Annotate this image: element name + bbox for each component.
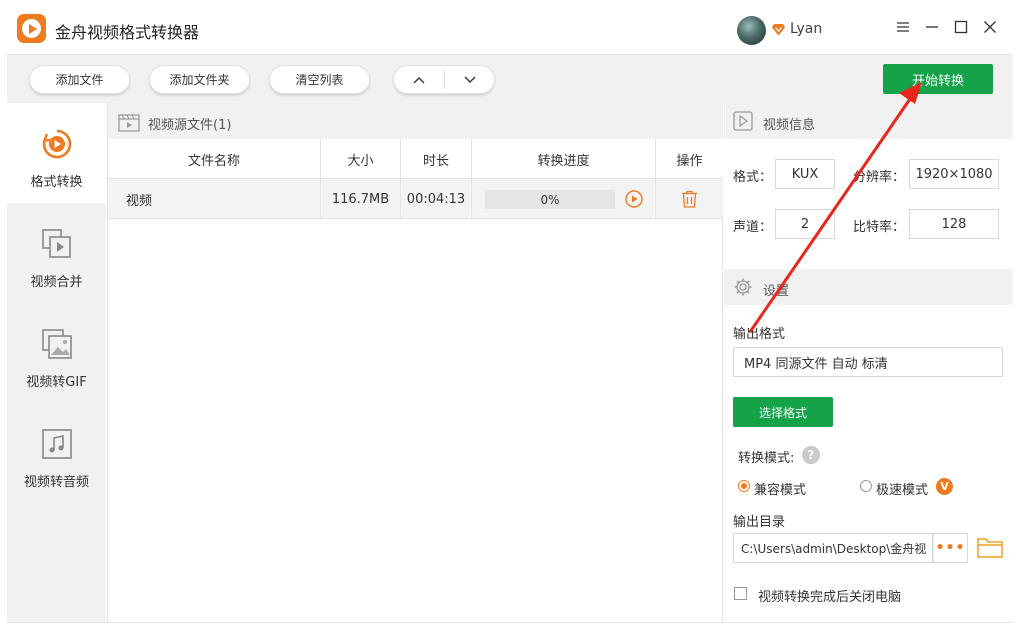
- video-merge-icon: [41, 228, 73, 260]
- move-buttons-group: [393, 65, 495, 94]
- nav-item-video-to-audio[interactable]: 视频转音频: [7, 403, 106, 503]
- folder-icon[interactable]: [977, 536, 1003, 558]
- settings-title: 设置: [763, 284, 790, 299]
- progress-text: 0%: [540, 192, 560, 207]
- left-nav: 格式转换 视频合并 视频转GIF 视频转音频: [7, 103, 106, 622]
- column-header-duration: 时长: [401, 139, 472, 179]
- channels-label: 声道：: [733, 220, 773, 235]
- bitrate-value: 128: [909, 209, 999, 239]
- file-size: 116.7MB: [321, 179, 401, 219]
- output-dir-label: 输出目录: [733, 515, 786, 530]
- progress-bar: 0%: [485, 190, 615, 209]
- vip-badge-icon: V: [936, 478, 953, 495]
- nav-label: 格式转换: [30, 175, 83, 190]
- fast-mode-label[interactable]: 极速模式: [876, 479, 928, 498]
- output-format-label: 输出格式: [733, 327, 786, 342]
- browse-dots-button[interactable]: •••: [933, 533, 968, 563]
- start-convert-button[interactable]: 开始转换: [883, 64, 993, 94]
- nav-label: 视频转音频: [23, 475, 89, 490]
- app-logo-icon: [17, 14, 46, 43]
- nav-item-video-to-gif[interactable]: 视频转GIF: [7, 303, 106, 403]
- nav-label: 视频合并: [30, 275, 83, 290]
- app-window: 金舟视频格式转换器 Lyan 添加文件 添加文件夹 清空列表 开始转换 格式转换…: [0, 0, 1020, 627]
- move-up-button[interactable]: [394, 66, 444, 93]
- table-header: 文件名称 大小 时长 转换进度 操作: [108, 139, 723, 179]
- music-note-icon: [41, 428, 73, 460]
- select-format-button[interactable]: 选择格式: [733, 397, 833, 427]
- video-info-title: 视频信息: [763, 118, 816, 133]
- file-duration: 00:04:13: [401, 179, 472, 219]
- toolbar: 添加文件 添加文件夹 清空列表 开始转换: [7, 54, 1013, 103]
- gif-image-icon: [41, 328, 73, 360]
- output-format-field[interactable]: MP4 同源文件 自动 标清: [733, 347, 1003, 377]
- column-header-progress: 转换进度: [472, 139, 656, 179]
- column-header-action: 操作: [676, 153, 703, 169]
- help-icon[interactable]: ?: [802, 446, 820, 464]
- close-icon[interactable]: [982, 19, 998, 35]
- format-value: KUX: [775, 159, 835, 189]
- title-bar: 金舟视频格式转换器 Lyan: [0, 0, 1020, 54]
- trash-icon[interactable]: [681, 190, 698, 208]
- app-title: 金舟视频格式转换器: [55, 23, 200, 42]
- shutdown-checkbox[interactable]: [734, 587, 747, 600]
- play-icon[interactable]: [625, 190, 643, 208]
- file-list-header-bar: 视频源文件(1): [108, 103, 723, 139]
- gear-icon: [734, 278, 752, 296]
- user-avatar[interactable]: [737, 16, 766, 45]
- resolution-value: 1920×1080: [909, 159, 999, 189]
- move-down-button[interactable]: [445, 66, 495, 93]
- format-label: 格式：: [733, 170, 773, 185]
- nav-label: 视频转GIF: [26, 375, 87, 390]
- column-header-size: 大小: [321, 139, 401, 179]
- format-convert-icon: [41, 128, 73, 160]
- clear-list-button[interactable]: 清空列表: [269, 65, 370, 94]
- file-list-title: 视频源文件(1): [148, 118, 232, 133]
- menu-icon[interactable]: [895, 19, 911, 35]
- vip-diamond-icon: [772, 24, 785, 36]
- bitrate-label: 比特率：: [853, 220, 906, 235]
- video-info-icon: [733, 111, 753, 131]
- username[interactable]: Lyan: [790, 21, 822, 37]
- bottom-border: [7, 622, 1013, 623]
- shutdown-label[interactable]: 视频转换完成后关闭电脑: [758, 586, 901, 605]
- nav-item-video-merge[interactable]: 视频合并: [7, 203, 106, 303]
- table-row[interactable]: 视频 116.7MB 00:04:13 0%: [108, 179, 723, 219]
- file-list-panel: 视频源文件(1) 文件名称 大小 时长 转换进度 操作 视频 116.7MB 0…: [107, 103, 723, 622]
- minimize-icon[interactable]: [924, 19, 940, 35]
- nav-item-format-convert[interactable]: 格式转换: [7, 103, 106, 203]
- file-name: 视频: [108, 179, 321, 219]
- output-dir-field[interactable]: C:\Users\admin\Desktop\金舟视: [733, 533, 933, 563]
- chevron-down-icon: [464, 76, 476, 83]
- fast-mode-radio[interactable]: [860, 480, 872, 492]
- channels-value: 2: [775, 209, 835, 239]
- compatible-mode-label[interactable]: 兼容模式: [754, 479, 806, 498]
- settings-header-bar: 设置: [724, 269, 1013, 305]
- compatible-mode-radio[interactable]: [738, 480, 750, 492]
- resolution-label: 分辨率：: [853, 170, 906, 185]
- column-header-name: 文件名称: [108, 139, 321, 179]
- add-file-button[interactable]: 添加文件: [29, 65, 130, 94]
- settings-panel: 视频信息 格式： KUX 分辨率： 1920×1080 声道： 2 比特率： 1…: [724, 103, 1013, 622]
- convert-mode-label: 转换模式:: [738, 451, 795, 466]
- maximize-icon[interactable]: [953, 19, 969, 35]
- chevron-up-icon: [413, 76, 425, 83]
- add-folder-button[interactable]: 添加文件夹: [149, 65, 250, 94]
- video-info-header-bar: 视频信息: [724, 103, 1013, 139]
- video-file-icon: [118, 114, 140, 132]
